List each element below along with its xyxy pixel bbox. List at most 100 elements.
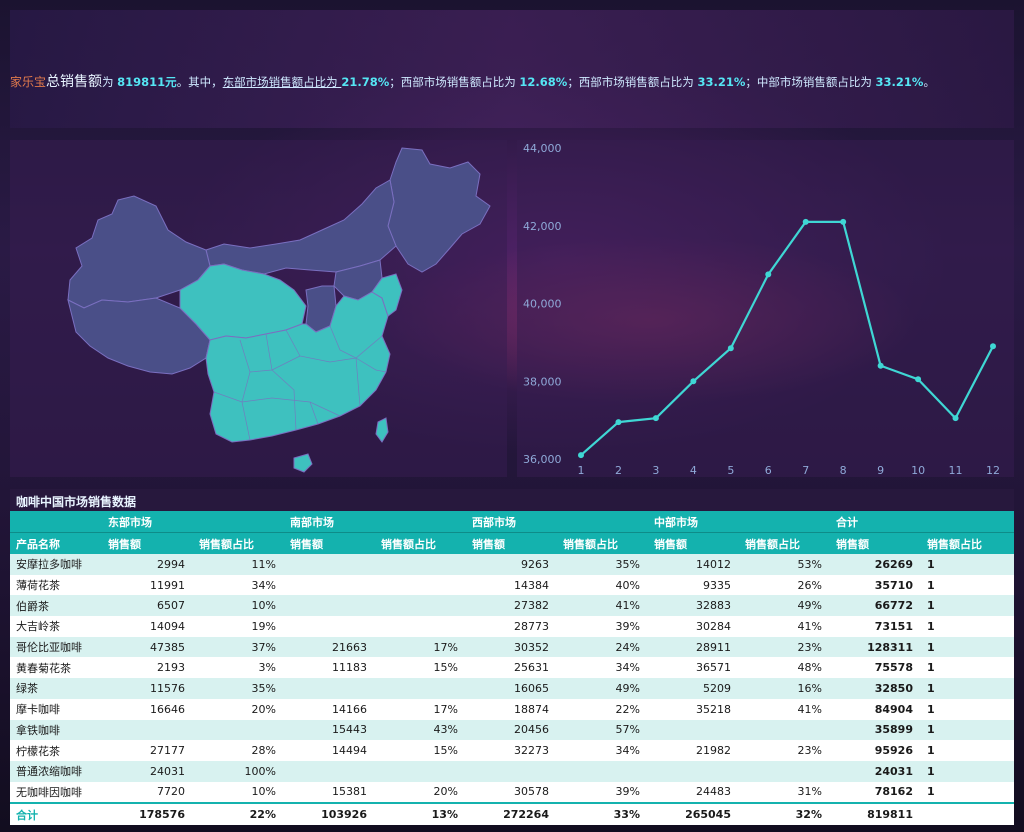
col-header-sales[interactable]: 销售额 (648, 532, 739, 554)
cell-tp: 1 (921, 760, 1014, 782)
col-header-pct[interactable]: 销售额占比 (557, 532, 648, 554)
table-row[interactable]: 绿茶 11576 35% 16065 49% 5209 16% 32850 1 (10, 678, 1014, 699)
cell-s: 15443 (284, 719, 375, 741)
sales-point[interactable] (802, 218, 809, 225)
cell-tp: 1 (921, 636, 1014, 658)
table-row[interactable]: 伯爵茶 6507 10% 27382 41% 32883 49% 66772 1 (10, 595, 1014, 617)
sales-point[interactable] (652, 415, 659, 422)
map-region-taiwan[interactable] (375, 417, 389, 443)
cell-s: 14166 (284, 698, 375, 720)
total-central-pct: 32% (739, 802, 830, 825)
cell-sp (375, 595, 466, 617)
cell-t: 84904 (830, 698, 921, 720)
table-row[interactable]: 柠檬花茶 27177 28% 14494 15% 32273 34% 21982 23% 9592… (10, 740, 1014, 761)
sales-point[interactable] (615, 419, 622, 426)
sales-point[interactable] (952, 415, 959, 422)
sales-point[interactable] (990, 343, 996, 350)
table-row[interactable]: 薄荷花茶 11991 34% 14384 40% 9335 26% 35710 1 (10, 574, 1014, 596)
cell-ep: 20% (193, 698, 284, 720)
line-chart[interactable]: 36,00038,00040,00042,00044,000 123456789… (517, 140, 1014, 477)
cell-c: 28911 (648, 636, 739, 658)
brand-label[interactable]: 家乐宝 (10, 75, 46, 89)
table-row[interactable]: 哥伦比亚咖啡 47385 37% 21663 17% 30352 24% 28911 23% 12… (10, 636, 1014, 658)
map-region-inner-mongolia[interactable] (205, 179, 397, 275)
cell-sp: 15% (375, 657, 466, 679)
cell-w: 16065 (466, 678, 557, 699)
west-share-label: ；西部市场销售额占比为 (389, 75, 520, 89)
cell-ep: 10% (193, 781, 284, 804)
cell-e: 16646 (102, 698, 193, 720)
cell-ep: 10% (193, 595, 284, 617)
col-header-sales[interactable]: 销售额 (102, 532, 193, 554)
cell-ep: 3% (193, 657, 284, 679)
cell-c: 14012 (648, 554, 739, 575)
cell-wp (557, 760, 648, 782)
cell-w: 32273 (466, 740, 557, 761)
col-header-product[interactable]: 产品名称 (10, 532, 102, 554)
cell-wp: 49% (557, 678, 648, 699)
x-tick-label: 1 (578, 464, 585, 477)
cell-t: 26269 (830, 554, 921, 575)
cell-c: 24483 (648, 781, 739, 804)
table-row[interactable]: 大吉岭茶 14094 19% 28773 39% 30284 41% 73151 1 (10, 616, 1014, 637)
col-header-sales[interactable]: 销售额 (284, 532, 375, 554)
group-header-central[interactable]: 中部市场 (648, 511, 830, 533)
central-share-label: ；中部市场销售额占比为 (745, 75, 876, 89)
sales-point[interactable] (765, 271, 772, 278)
cell-cp (739, 760, 830, 782)
table-row[interactable]: 安摩拉多咖啡 2994 11% 9263 35% 14012 53% 26269 1 (10, 554, 1014, 575)
col-header-pct[interactable]: 销售额占比 (193, 532, 284, 554)
cell-cp: 53% (739, 554, 830, 575)
col-header-pct[interactable]: 销售额占比 (739, 532, 830, 554)
cell-t: 73151 (830, 616, 921, 637)
cell-t: 75578 (830, 657, 921, 679)
central-share-value: 33.21% (875, 75, 924, 89)
sales-point[interactable] (915, 376, 922, 383)
col-header-pct[interactable]: 销售额占比 (921, 532, 1014, 554)
cell-e: 27177 (102, 740, 193, 761)
sales-point[interactable] (877, 362, 884, 369)
cell-wp: 40% (557, 574, 648, 596)
total-west-sales: 272264 (466, 802, 557, 825)
col-header-sales[interactable]: 销售额 (466, 532, 557, 554)
cell-cp: 16% (739, 678, 830, 699)
table-column-header: 产品名称 销售额 销售额占比 销售额 销售额占比 销售额 销售额占比 销售额 销… (10, 532, 1014, 554)
cell-wp: 22% (557, 698, 648, 720)
china-map[interactable] (10, 140, 507, 477)
group-header-south[interactable]: 南部市场 (284, 511, 466, 533)
cell-tp: 1 (921, 616, 1014, 637)
col-header-sales[interactable]: 销售额 (830, 532, 921, 554)
table-row[interactable]: 摩卡咖啡 16646 20% 14166 17% 18874 22% 35218 41% 8490… (10, 698, 1014, 720)
cell-ep (193, 719, 284, 741)
east-share-label[interactable]: 东部市场销售额占比为 (223, 75, 342, 89)
group-header-east[interactable]: 东部市场 (102, 511, 284, 533)
cell-wp: 39% (557, 616, 648, 637)
table-row[interactable]: 普通浓缩咖啡 24031 100% 24031 1 (10, 760, 1014, 782)
total-west-pct: 33% (557, 802, 648, 825)
sales-series-line (580, 220, 994, 456)
y-tick-label: 44,000 (523, 142, 562, 155)
cell-ep: 28% (193, 740, 284, 761)
group-header-total[interactable]: 合计 (830, 511, 1014, 533)
cell-c: 36571 (648, 657, 739, 679)
cell-c: 9335 (648, 574, 739, 596)
x-tick-label: 3 (652, 464, 659, 477)
table-row[interactable]: 拿铁咖啡 15443 43% 20456 57% 35899 1 (10, 719, 1014, 741)
cell-cp: 48% (739, 657, 830, 679)
table-row[interactable]: 黄春菊花茶 2193 3% 11183 15% 25631 34% 36571 48% 75578… (10, 657, 1014, 679)
sales-point[interactable] (578, 452, 584, 459)
sales-point[interactable] (727, 345, 734, 352)
cell-cp: 41% (739, 698, 830, 720)
group-header-west[interactable]: 西部市场 (466, 511, 648, 533)
y-axis: 36,000 38,000 40,000 42,000 44,000 (523, 142, 562, 466)
map-region-hainan[interactable] (293, 453, 313, 473)
sales-table: 东部市场 南部市场 西部市场 中部市场 合计 产品名称 销售额 销售额占比 销售… (10, 511, 1014, 825)
cell-s: 14494 (284, 740, 375, 761)
cell-t: 128311 (830, 636, 921, 658)
col-header-pct[interactable]: 销售额占比 (375, 532, 466, 554)
map-region-northeast[interactable] (387, 147, 491, 273)
sales-point[interactable] (690, 378, 697, 385)
sales-point[interactable] (840, 218, 847, 225)
sales-table-panel: 咖啡中国市场销售数据 东部市场 南部市场 西部市场 中部市场 合计 产品名称 销… (10, 489, 1014, 825)
table-row[interactable]: 无咖啡因咖啡 7720 10% 15381 20% 30578 39% 24483 31% 781… (10, 781, 1014, 804)
